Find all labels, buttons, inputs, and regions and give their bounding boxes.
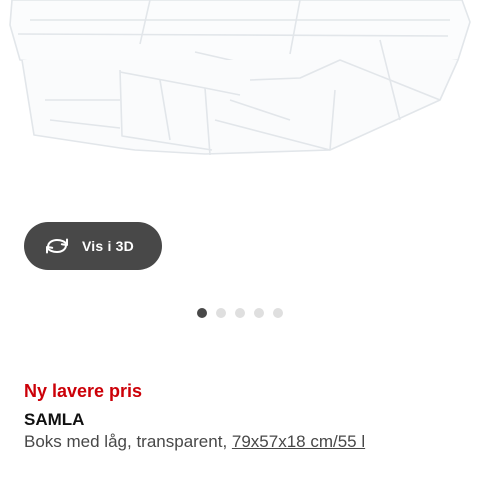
view-in-3d-button[interactable]: Vis i 3D [24,222,162,270]
rotate-3d-icon [44,236,70,256]
carousel-dot-4[interactable] [254,308,264,318]
view-in-3d-label: Vis i 3D [82,238,134,254]
new-lower-price-badge: Ny lavere pris [24,381,143,401]
storage-box-illustration [9,0,471,156]
product-description-text: Boks med låg, transparent, [24,432,232,451]
carousel-dot-3[interactable] [235,308,245,318]
product-description: Boks med låg, transparent, 79x57x18 cm/5… [24,432,365,452]
product-page: Vis i 3D Ny lavere pris SAMLA Boks med l… [0,0,480,480]
carousel-dot-1[interactable] [197,308,207,318]
carousel-dot-2[interactable] [216,308,226,318]
product-name: SAMLA [24,410,85,429]
carousel-dot-5[interactable] [273,308,283,318]
product-size-link[interactable]: 79x57x18 cm/55 l [232,432,365,451]
image-carousel-indicator [197,308,283,318]
product-image[interactable] [0,0,480,200]
